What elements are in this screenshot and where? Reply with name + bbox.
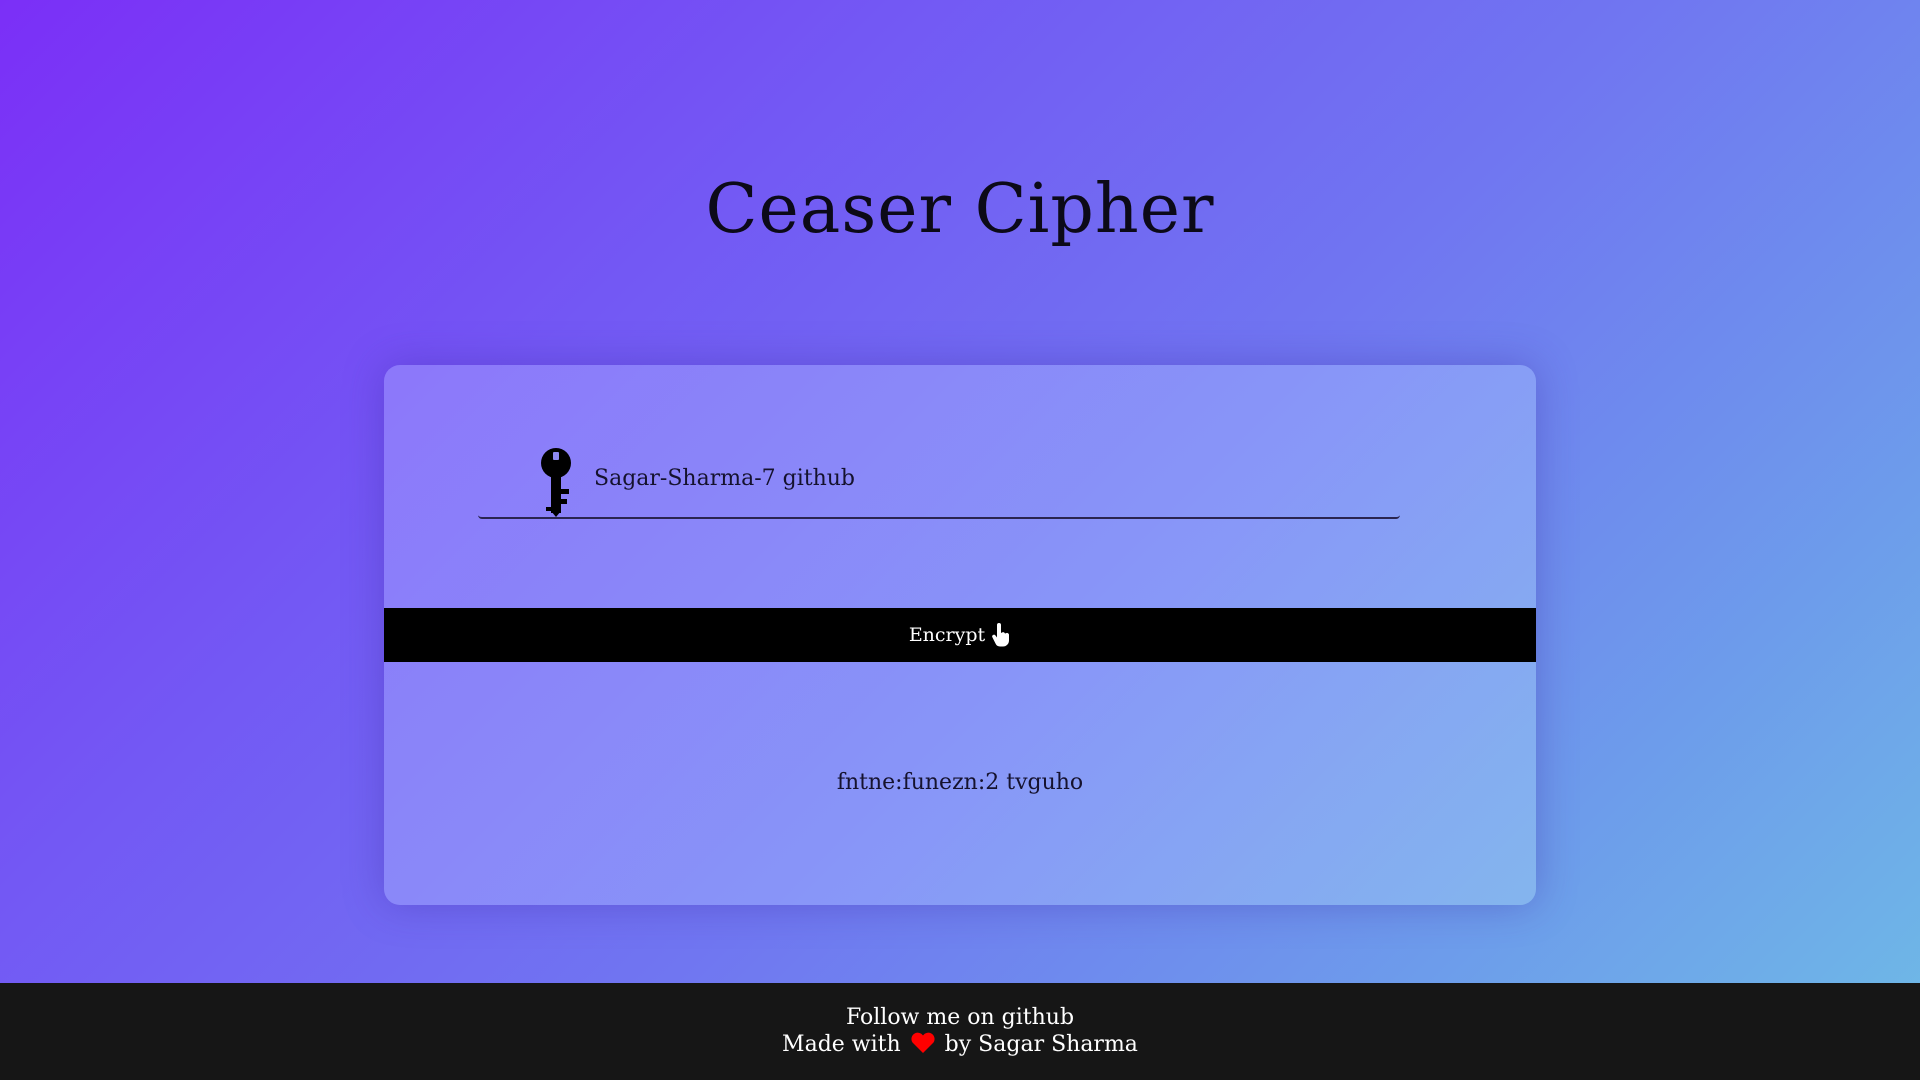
page-title: Ceaser Cipher (705, 170, 1215, 249)
cipher-output: fntne:funezn:2 tvguho (836, 770, 1084, 795)
key-input[interactable] (594, 457, 1374, 499)
pointing-hand-icon (991, 623, 1011, 647)
made-with-line: Made with by Sagar Sharma (782, 1032, 1138, 1057)
follow-github-link[interactable]: Follow me on github (846, 1004, 1074, 1031)
cipher-card: Encrypt fntne:funezn:2 tvguho (384, 365, 1536, 905)
made-with-prefix: Made with (782, 1032, 901, 1057)
heart-icon (910, 1032, 936, 1054)
encrypt-label: Encrypt (908, 624, 986, 646)
footer: Follow me on github Made with by Sagar S… (0, 983, 1920, 1080)
encrypt-button[interactable]: Encrypt (384, 608, 1536, 662)
key-icon (536, 447, 576, 517)
made-with-suffix: by Sagar Sharma (944, 1032, 1138, 1057)
key-input-row (478, 447, 1400, 519)
